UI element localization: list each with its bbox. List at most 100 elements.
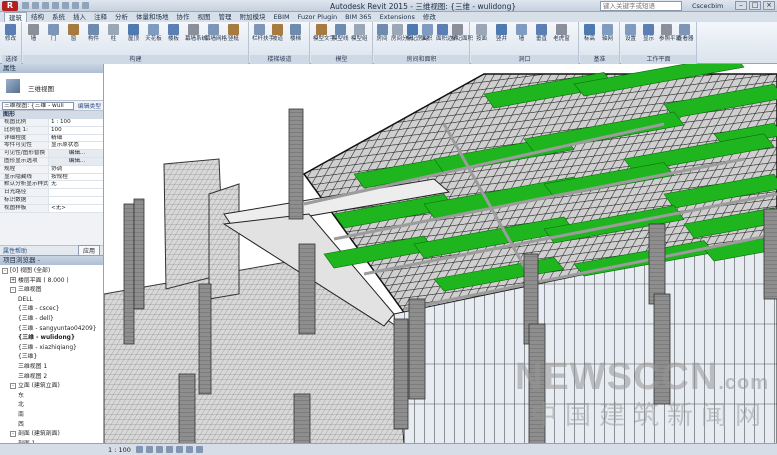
browser-tree-item[interactable]: 西 bbox=[0, 421, 103, 431]
ribbon-tab[interactable]: 注释 bbox=[90, 12, 111, 22]
measure-icon[interactable] bbox=[72, 2, 79, 9]
browser-tree-item[interactable]: 东 bbox=[0, 392, 103, 402]
minimize-button[interactable]: – bbox=[735, 1, 747, 10]
open-icon[interactable] bbox=[22, 2, 29, 9]
crop-view-icon[interactable] bbox=[176, 446, 183, 453]
ribbon-tab[interactable]: 分析 bbox=[111, 12, 132, 22]
save-icon[interactable] bbox=[32, 2, 39, 9]
ribbon-button[interactable]: 竖井 bbox=[493, 24, 510, 43]
detail-level-icon[interactable] bbox=[136, 446, 143, 453]
browser-tree-item[interactable]: - 立面 (建筑立面) bbox=[0, 382, 103, 392]
ribbon-button[interactable]: 楼梯 bbox=[288, 24, 303, 43]
redo-icon[interactable] bbox=[52, 2, 59, 9]
ribbon-button[interactable]: 天花板 bbox=[145, 24, 162, 43]
browser-tree-item[interactable]: - [0] 视图 (全部) bbox=[0, 267, 103, 277]
property-row[interactable]: 显示隐藏线 按规程 bbox=[0, 173, 103, 182]
ribbon-button[interactable]: 构件 bbox=[85, 24, 102, 43]
property-row[interactable]: 视图比例 1 : 100 bbox=[0, 119, 103, 127]
ribbon-button[interactable]: 坡道 bbox=[270, 24, 285, 43]
view-scale[interactable]: 1 : 100 bbox=[108, 445, 131, 455]
property-row[interactable]: 图形显示选项 编辑... bbox=[0, 157, 103, 166]
collapse-icon[interactable]: - bbox=[2, 267, 8, 274]
property-row[interactable]: 标识数据 bbox=[0, 196, 103, 205]
ribbon-tab[interactable]: 协作 bbox=[173, 12, 194, 22]
expand-icon[interactable]: + bbox=[10, 277, 16, 284]
ribbon-button[interactable]: 标高 bbox=[582, 24, 597, 43]
ribbon-button[interactable]: 标记房间 bbox=[406, 24, 428, 43]
property-value[interactable] bbox=[48, 189, 103, 196]
property-value[interactable]: 100 bbox=[48, 126, 103, 134]
browser-tree-item[interactable]: {三维 - wulidong} bbox=[0, 334, 103, 344]
ribbon-tab[interactable]: EBIM bbox=[270, 12, 294, 22]
property-value[interactable]: 显示原状态 bbox=[48, 142, 103, 150]
property-value[interactable]: 协调 bbox=[48, 165, 103, 173]
ribbon-button[interactable]: 房间分隔 bbox=[391, 24, 413, 43]
properties-help-link[interactable]: 属性帮助 bbox=[3, 246, 27, 255]
maximize-button[interactable]: □ bbox=[749, 1, 761, 10]
browser-tree-item[interactable]: {三维 - dell} bbox=[0, 315, 103, 325]
ribbon-button[interactable]: 面积 bbox=[421, 24, 433, 43]
browser-tree-item[interactable]: 三维视图 2 bbox=[0, 373, 103, 383]
property-value[interactable]: <无> bbox=[48, 204, 103, 212]
print-icon[interactable] bbox=[62, 2, 69, 9]
ribbon-tab[interactable]: 视图 bbox=[194, 12, 215, 22]
ribbon-button[interactable]: 模型线 bbox=[332, 24, 349, 43]
view-instance-dropdown[interactable]: 三维视图: {三维 - wuli bbox=[2, 101, 74, 110]
property-row[interactable]: 比例值 1: 100 bbox=[0, 126, 103, 135]
ribbon-button[interactable]: 柱 bbox=[105, 24, 122, 43]
ribbon-button[interactable]: 栏杆扶手 bbox=[252, 24, 274, 43]
ribbon-button[interactable]: 轴网 bbox=[600, 24, 615, 43]
ribbon-tab[interactable]: Fuzor Plugin bbox=[294, 12, 342, 22]
ribbon-tab[interactable]: 管理 bbox=[215, 12, 236, 22]
ribbon-button[interactable]: 墙 bbox=[25, 24, 42, 43]
browser-tree-item[interactable]: 北 bbox=[0, 401, 103, 411]
collapse-icon[interactable]: - bbox=[10, 286, 16, 293]
ribbon-button[interactable]: 幕墙系统 bbox=[185, 24, 207, 43]
ribbon-button[interactable]: 修改 bbox=[4, 24, 17, 43]
property-value[interactable]: 精细 bbox=[48, 134, 103, 142]
property-row[interactable]: 规程 协调 bbox=[0, 165, 103, 174]
ribbon-button[interactable]: 楼板 bbox=[165, 24, 182, 43]
collapse-icon[interactable]: - bbox=[10, 430, 16, 437]
browser-tree-item[interactable]: + 楼层平面 ( 8.000 ) bbox=[0, 277, 103, 287]
reveal-hidden-icon[interactable] bbox=[196, 446, 203, 453]
ribbon-tab[interactable]: 附加模块 bbox=[236, 12, 270, 22]
3d-viewport[interactable]: NEWSCCN.com 中国建筑新闻网 bbox=[104, 64, 777, 444]
property-row[interactable]: 日光路径 bbox=[0, 189, 103, 197]
ribbon-button[interactable]: 查看器 bbox=[677, 24, 694, 43]
ribbon-button[interactable]: 显示 bbox=[641, 24, 656, 43]
property-edit-button[interactable]: 编辑... bbox=[48, 157, 103, 165]
ribbon-button[interactable]: 幕墙网格 bbox=[205, 24, 227, 43]
property-row[interactable]: 零件可见性 显示原状态 bbox=[0, 142, 103, 151]
ribbon-button[interactable]: 老虎窗 bbox=[553, 24, 570, 43]
property-value[interactable]: 无 bbox=[48, 181, 103, 189]
ribbon-button[interactable]: 面积边界 bbox=[436, 24, 458, 43]
browser-tree-item[interactable]: {三维 - cscec} bbox=[0, 305, 103, 315]
ribbon-tab[interactable]: Extensions bbox=[376, 12, 419, 22]
browser-tree-item[interactable]: - 三维视图 bbox=[0, 286, 103, 296]
browser-tree-item[interactable]: 南 bbox=[0, 411, 103, 421]
ribbon-button[interactable]: 竖梃 bbox=[225, 24, 242, 43]
property-value[interactable]: 1 : 100 bbox=[48, 119, 103, 126]
ribbon-button[interactable]: 墙 bbox=[513, 24, 530, 43]
browser-tree-item[interactable]: {三维 - sangyuntao04209} bbox=[0, 325, 103, 335]
ribbon-button[interactable]: 参照平面 bbox=[659, 24, 681, 43]
property-value[interactable]: 按规程 bbox=[48, 173, 103, 181]
property-category-graphics[interactable]: 图形 bbox=[0, 111, 103, 119]
ribbon-button[interactable]: 门 bbox=[45, 24, 62, 43]
ribbon-button[interactable]: 窗 bbox=[65, 24, 82, 43]
visual-style-icon[interactable] bbox=[146, 446, 153, 453]
browser-tree-item[interactable]: DELL bbox=[0, 296, 103, 306]
user-account[interactable]: Cscecbim bbox=[692, 2, 723, 10]
close-button[interactable]: × bbox=[763, 1, 775, 10]
browser-tree-item[interactable]: - 剖面 (建筑剖面) bbox=[0, 430, 103, 440]
ribbon-tab[interactable]: 插入 bbox=[69, 12, 90, 22]
browser-tree-item[interactable]: {三维} bbox=[0, 353, 103, 363]
ribbon-tab[interactable]: 体量和场地 bbox=[132, 12, 173, 22]
ribbon-tab[interactable]: 建筑 bbox=[4, 12, 27, 22]
ribbon-button[interactable]: 垂直 bbox=[533, 24, 550, 43]
shadows-icon[interactable] bbox=[166, 446, 173, 453]
ribbon-tab[interactable]: 系统 bbox=[48, 12, 69, 22]
ribbon-tab[interactable]: 结构 bbox=[27, 12, 48, 22]
browser-tree-item[interactable]: 三维视图 1 bbox=[0, 363, 103, 373]
